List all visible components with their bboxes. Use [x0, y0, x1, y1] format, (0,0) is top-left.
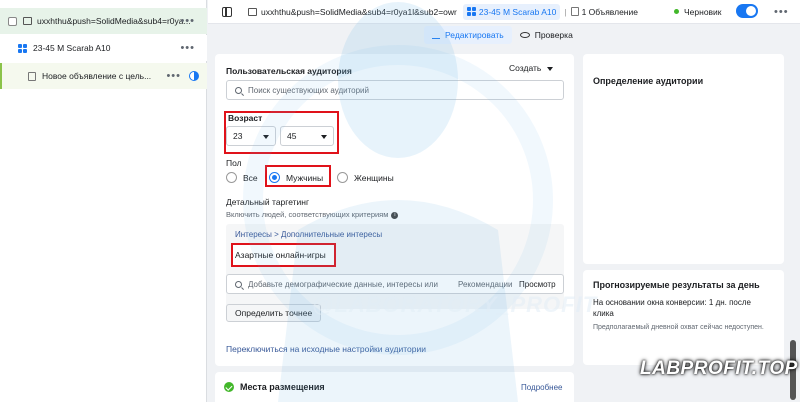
info-icon[interactable]: i: [391, 211, 399, 219]
adset-grid-icon: [466, 7, 476, 16]
status-dot-icon: [674, 9, 679, 14]
status-badge: Черновик: [674, 7, 722, 17]
breadcrumb-adset[interactable]: 23-45 M Scarab A10: [462, 3, 561, 20]
age-highlight-frame: [224, 111, 339, 154]
refine-button[interactable]: Определить точнее: [226, 304, 322, 322]
campaign-tree: uxxhthu&push=SolidMedia&sub4=r0ya... •••…: [0, 0, 207, 402]
breadcrumb-adset-label: 23-45 M Scarab A10: [478, 6, 557, 17]
search-placeholder: Поиск существующих аудиторий: [248, 85, 369, 95]
breadcrumb-separator: |: [564, 6, 567, 17]
create-audience-button[interactable]: Создать: [509, 63, 554, 73]
pencil-icon: [432, 31, 440, 39]
gender-women-label: Женщины: [354, 173, 394, 183]
checkbox-icon[interactable]: [8, 16, 17, 26]
detailed-targeting-search-input[interactable]: Добавьте демографические данные, интерес…: [226, 274, 564, 294]
interest-path: Интересы > Дополнительные интересы: [235, 230, 383, 239]
more-options-icon[interactable]: •••: [180, 15, 195, 27]
browse-link[interactable]: Просмотр: [519, 280, 556, 289]
status-label: Черновик: [684, 6, 722, 17]
tree-item-campaign[interactable]: uxxhthu&push=SolidMedia&sub4=r0ya... •••: [0, 8, 207, 34]
detail-search-placeholder: Добавьте демографические данные, интерес…: [248, 279, 439, 289]
interest-chip[interactable]: Азартные онлайн-игры: [235, 250, 326, 260]
search-icon: [235, 280, 242, 288]
audience-card: Пользовательская аудитория Создать Поиск…: [215, 54, 574, 366]
placements-title: Места размещения: [240, 382, 325, 392]
more-options-icon[interactable]: •••: [774, 6, 789, 18]
watermark-center-text: @LABORATORY_PROFIT: [312, 292, 598, 317]
top-bar: uxxhthu&push=SolidMedia&sub4=r0ya1l&sub2…: [208, 0, 800, 24]
gender-women-radio[interactable]: [337, 172, 348, 183]
tree-item-label: 23-45 M Scarab A10: [33, 43, 111, 53]
forecast-title: Прогнозируемые результаты за день: [593, 280, 760, 290]
switch-audience-link[interactable]: Переключиться на исходные настройки ауди…: [226, 344, 426, 354]
detailed-targeting-hint: Включить людей, соответствующих критерия…: [226, 210, 399, 219]
tree-item-adset[interactable]: 23-45 M Scarab A10 •••: [0, 35, 207, 61]
detailed-hint-text: Включить людей, соответствующих критерия…: [226, 210, 389, 219]
gender-all-label: Все: [243, 173, 258, 183]
detailed-targeting-label: Детальный таргетинг: [226, 197, 310, 207]
folder-icon: [23, 17, 32, 25]
adset-grid-icon: [18, 43, 27, 53]
create-label: Создать: [509, 63, 542, 73]
audience-definition-title: Определение аудитории: [593, 76, 704, 86]
audience-search-input[interactable]: Поиск существующих аудиторий: [226, 80, 564, 100]
delivery-status-icon: [189, 71, 199, 81]
folder-icon: [248, 7, 257, 16]
more-options-icon[interactable]: •••: [166, 70, 181, 82]
tree-item-label: Новое объявление с цель...: [42, 71, 152, 81]
edit-review-tabs: Редактировать Проверка: [424, 24, 573, 46]
chevron-down-icon: [547, 66, 554, 71]
placements-card: Места размещения Подробнее: [215, 372, 574, 402]
forecast-note: Предполагаемый дневной охват сейчас недо…: [593, 324, 764, 331]
eye-icon: [519, 32, 530, 38]
tab-review-label: Проверка: [534, 30, 573, 40]
tree-item-ad[interactable]: Новое объявление с цель... •••: [0, 63, 207, 89]
gender-label: Пол: [226, 158, 242, 168]
tab-review[interactable]: Проверка: [519, 30, 573, 40]
custom-audience-label: Пользовательская аудитория: [226, 66, 352, 76]
tree-item-label: uxxhthu&push=SolidMedia&sub4=r0ya...: [37, 16, 191, 26]
sidebar-toggle-icon[interactable]: [222, 6, 232, 17]
watermark-brand-text: LABPROFIT.TOP: [640, 358, 798, 379]
breadcrumb-ad[interactable]: 1 Объявление: [570, 6, 638, 17]
search-icon: [235, 86, 242, 94]
more-options-icon[interactable]: •••: [180, 42, 195, 54]
audience-definition-card: Определение аудитории: [583, 54, 784, 264]
breadcrumb-ad-label: 1 Объявление: [581, 6, 638, 17]
forecast-card: Прогнозируемые результаты за день На осн…: [583, 270, 784, 365]
active-toggle[interactable]: [736, 4, 758, 18]
gender-highlight-frame: [265, 165, 331, 187]
gender-all-radio[interactable]: [226, 172, 237, 183]
forecast-text: На основании окна конверсии: 1 дн. после…: [593, 298, 751, 318]
placements-more-link[interactable]: Подробнее: [521, 383, 563, 392]
tab-edit[interactable]: Редактировать: [424, 26, 512, 44]
ad-document-icon: [570, 7, 579, 16]
tab-edit-label: Редактировать: [445, 30, 504, 40]
recommendations-link[interactable]: Рекомендации: [458, 280, 512, 289]
breadcrumb-campaign-label: uxxhthu&push=SolidMedia&sub4=r0ya1l&sub2…: [261, 6, 457, 17]
ad-document-icon: [28, 71, 36, 81]
check-circle-icon: [224, 382, 234, 392]
breadcrumb-campaign[interactable]: uxxhthu&push=SolidMedia&sub4=r0ya1l&sub2…: [248, 7, 457, 17]
refine-button-label: Определить точнее: [235, 308, 313, 318]
